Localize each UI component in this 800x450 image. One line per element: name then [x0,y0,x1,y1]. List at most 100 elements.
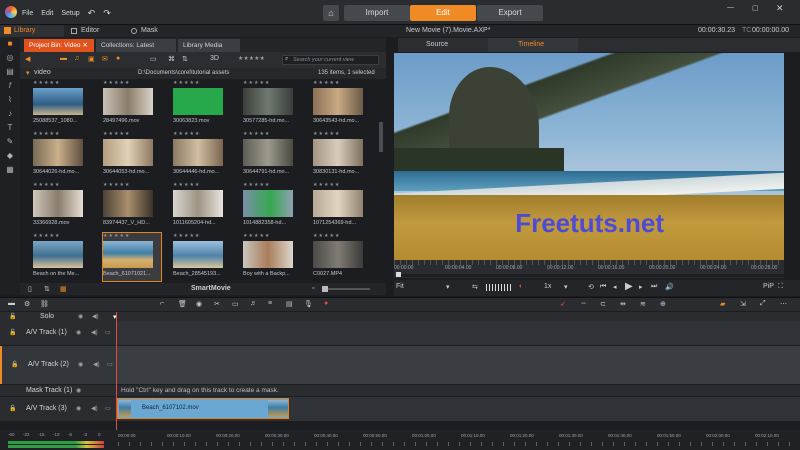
track-settings-icon[interactable]: ▬ [8,300,15,307]
video-preview[interactable]: Freetuts.net [394,53,784,260]
play-icon[interactable]: ▶ [625,281,633,292]
smartmovie-label[interactable]: SmartMovie [191,285,231,292]
pointer-icon[interactable]: ➶ [560,300,566,308]
razor-icon[interactable]: ⌐ [160,300,164,307]
media-item[interactable]: ★★★★★ 83974437_V_HD... [103,182,161,230]
delete-icon[interactable]: 🗑 [178,300,187,308]
thumbnail-size-slider[interactable] [322,286,370,292]
eye-icon[interactable]: ◉ [78,313,83,320]
timecode-display[interactable]: 00:00:30.23 [698,27,735,34]
media-item-selected[interactable]: ★★★★★ Beach_61071021... [102,232,162,282]
montage-icon[interactable]: ▤ [0,65,20,79]
effects-icon[interactable]: 𝑓 [0,79,20,93]
loop-icon[interactable]: ⇆ [472,283,478,291]
media-item[interactable]: ★★★★★ 30644053-hd.mo... [103,131,161,179]
close-tab-icon[interactable]: ✕ [82,42,87,49]
color-icon[interactable]: ◆ [0,149,20,163]
marker-icon[interactable]: ◉ [196,300,202,308]
tab-source[interactable]: Source [426,41,448,48]
media-item[interactable]: ★★★★★ 1011605204-hd... [173,182,231,230]
step-forward-icon[interactable]: ▸ [639,283,643,291]
fit-dropdown[interactable]: Fit [396,283,404,290]
media-item[interactable]: ★★★★★ Beach_28545193... [173,233,231,281]
monitor-icon[interactable]: ▭ [107,361,113,368]
edit-button[interactable]: Edit [410,5,476,21]
home-button[interactable]: ⌂ [323,5,339,21]
search-input[interactable]: ⌕ Search your current view [282,55,379,65]
media-item[interactable]: ★★★★★ 28497496.mov [103,80,161,128]
magnet-icon[interactable]: ⊂ [600,300,606,308]
lock-icon[interactable]: 🔓 [9,405,16,412]
ripple-icon[interactable]: ≋ [640,300,646,308]
media-item[interactable]: ★★★★★ 33366928.mov [33,182,91,230]
sync-icon[interactable]: ⇅ [44,285,50,293]
speaker-icon[interactable]: ◀) [91,329,98,336]
media-item[interactable]: ★★★★★ 30643543-hd.mo... [313,80,371,128]
playback-mode-icon[interactable]: ▰ [720,300,725,308]
lock-icon[interactable]: 🔓 [11,361,18,368]
project-filter-icon[interactable]: ✉ [102,55,108,63]
expand-icon[interactable]: ⤢ [760,300,766,308]
speaker-icon[interactable]: ◀) [91,405,98,412]
chevron-down-icon[interactable]: ▾ [446,283,450,291]
shuttle-slider[interactable] [486,284,512,291]
media-item[interactable]: ★★★★★ C0027.MP4 [313,233,371,281]
fullscreen-icon[interactable]: ⛶ [778,283,783,291]
tab-library-media[interactable]: Library Media [178,39,240,52]
folder-icon[interactable]: ▭ [150,55,157,63]
text-icon[interactable]: ≡ [268,300,272,307]
loop-play-icon[interactable]: ⟲ [588,283,594,291]
media-item[interactable]: ★★★★★ 30644791-hd.mo... [243,131,301,179]
speed-dropdown[interactable]: 1x [544,283,551,290]
playhead-line[interactable] [116,312,117,437]
split-icon[interactable]: ⇹ [620,300,626,308]
speaker-icon[interactable]: ◀) [93,361,100,368]
close-icon[interactable]: ✕ [776,3,784,14]
back-icon[interactable]: ◀ [25,55,30,63]
disc-filter-icon[interactable]: ● [116,55,120,62]
grid-view-icon[interactable]: ▦ [60,285,67,293]
volume-icon[interactable]: ◖ [518,283,522,290]
export-button[interactable]: Export [477,5,543,21]
film-icon[interactable]: ▦ [0,163,20,177]
tab-editor[interactable]: Editor [67,25,127,37]
slideshow-icon[interactable]: ▤ [286,300,293,308]
media-icon[interactable]: ■ [0,37,20,51]
audio-icon[interactable]: ♬ [250,300,257,307]
tab-timeline[interactable]: Timeline [518,41,544,48]
redo-icon[interactable]: ↷ [103,8,111,19]
library-scrollbar[interactable] [379,122,383,152]
media-item[interactable]: ★★★★★ 30577285-hd.mo... [243,80,301,128]
video-filter-icon[interactable]: ▬ [60,55,67,62]
sort-icon[interactable]: ⇅ [182,55,188,63]
snapshot-icon[interactable]: ▭ [232,300,239,308]
eye-icon[interactable]: ◉ [78,361,83,368]
zoom-icon[interactable]: ⊕ [660,300,666,308]
monitor-icon[interactable]: ▭ [105,405,111,412]
menu-file[interactable]: File [22,10,33,17]
trim-icon[interactable]: ⇔ [580,300,587,307]
track-av-2[interactable]: 🔓 A/V Track (2) ◉ ◀) ▭ [0,346,800,384]
monitor-icon[interactable]: ▭ [105,329,111,336]
media-item[interactable]: ★★★★★ 1014882358-hd... [243,182,301,230]
settings-icon[interactable]: ⚙ [24,300,30,308]
track-av-3[interactable]: 🔓 A/V Track (3) ◉ ◀) ▭ Beach_6107102.mov [0,397,800,421]
fit-timeline-icon[interactable]: ⇲ [740,300,746,308]
folder-arrow-icon[interactable]: ▾ [26,69,30,77]
eye-icon[interactable]: ◉ [76,405,81,412]
lock-icon[interactable]: 🔓 [9,313,16,320]
tab-collections[interactable]: Collections: Latest Imp... [96,39,176,62]
eye-icon[interactable]: ◉ [76,387,81,394]
undo-icon[interactable]: ↶ [88,8,96,19]
view-3d-toggle[interactable]: 3D [210,55,219,62]
brush-icon[interactable]: ✎ [0,135,20,149]
record-icon[interactable]: ● [324,300,328,307]
media-item[interactable]: ★★★★★ 30063823.mov [173,80,231,128]
speed-arrow-icon[interactable]: ▾ [564,283,568,291]
music-icon[interactable]: ♪ [0,107,20,121]
scissors-icon[interactable]: ✂ [214,300,220,308]
menu-edit[interactable]: Edit [41,10,53,17]
menu-setup[interactable]: Setup [61,10,79,17]
lock-icon[interactable]: 🔓 [9,329,16,336]
title-icon[interactable]: T [0,121,20,135]
